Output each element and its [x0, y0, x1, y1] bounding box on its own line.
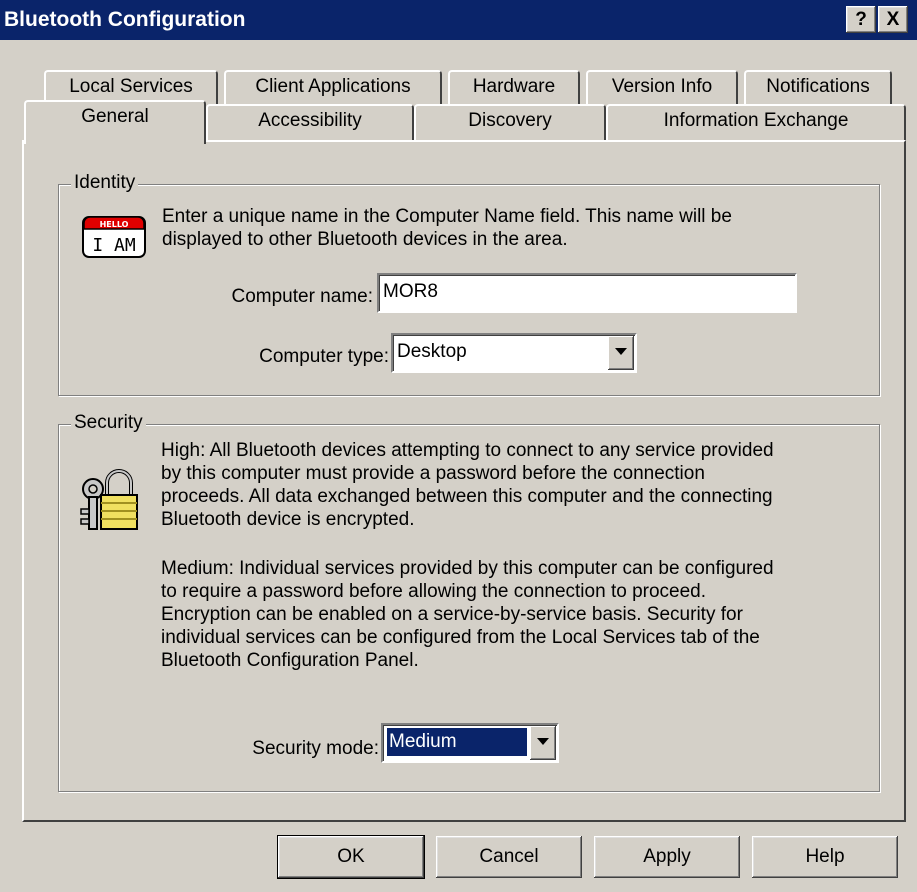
- identity-group: Identity HELLO I AM Enter a unique name …: [58, 172, 880, 396]
- chevron-down-icon[interactable]: [608, 336, 634, 370]
- security-high-line: proceeds. All data exchanged between thi…: [161, 486, 773, 507]
- security-medium-line: individual services can be configured fr…: [161, 627, 760, 648]
- tab-discovery[interactable]: Discovery: [414, 104, 606, 140]
- tab-hardware[interactable]: Hardware: [448, 70, 580, 104]
- identity-description-line: Enter a unique name in the Computer Name…: [162, 206, 732, 227]
- computer-name-label: Computer name:: [231, 286, 373, 307]
- security-high-description: High: All Bluetooth devices attempting t…: [161, 439, 871, 531]
- apply-button[interactable]: Apply: [594, 836, 740, 878]
- security-mode-label: Security mode:: [252, 738, 379, 759]
- security-medium-line: to require a password before allowing th…: [161, 581, 707, 602]
- computer-name-input[interactable]: MOR8: [377, 273, 797, 313]
- security-medium-line: Bluetooth Configuration Panel.: [161, 650, 419, 671]
- ok-button[interactable]: OK: [277, 835, 425, 879]
- svg-text:HELLO: HELLO: [100, 220, 129, 229]
- cancel-button[interactable]: Cancel: [436, 836, 582, 878]
- hello-i-am-icon: HELLO I AM: [81, 215, 147, 259]
- computer-type-select[interactable]: Desktop: [391, 333, 637, 373]
- security-high-line: by this computer must provide a password…: [161, 463, 705, 484]
- general-tab-panel: Identity HELLO I AM Enter a unique name …: [22, 140, 906, 822]
- tab-client-applications[interactable]: Client Applications: [224, 70, 442, 104]
- security-high-line: Bluetooth device is encrypted.: [161, 509, 415, 530]
- computer-type-label: Computer type:: [259, 346, 389, 367]
- security-medium-line: Encryption can be enabled on a service-b…: [161, 604, 743, 625]
- security-group-label: Security: [71, 412, 146, 434]
- tab-local-services[interactable]: Local Services: [44, 70, 218, 104]
- identity-description: Enter a unique name in the Computer Name…: [162, 205, 862, 251]
- question-mark-icon: ?: [855, 9, 867, 30]
- identity-group-label: Identity: [71, 172, 139, 194]
- help-title-button[interactable]: ?: [846, 6, 876, 33]
- tab-label: Notifications: [766, 76, 870, 97]
- tab-label: Version Info: [611, 76, 713, 97]
- tab-label: General: [81, 106, 149, 127]
- tab-label: Hardware: [472, 76, 556, 97]
- help-button[interactable]: Help: [752, 836, 898, 878]
- window-title: Bluetooth Configuration: [4, 8, 246, 31]
- security-medium-description: Medium: Individual services provided by …: [161, 557, 871, 672]
- security-medium-line: Medium: Individual services provided by …: [161, 558, 774, 579]
- keys-padlock-icon: [77, 465, 147, 535]
- tab-label: Accessibility: [258, 110, 362, 131]
- tab-label: Information Exchange: [663, 110, 849, 131]
- tab-general[interactable]: General: [24, 100, 206, 144]
- security-group: Security High: All Bluetooth devices att…: [58, 412, 880, 792]
- security-high-line: High: All Bluetooth devices attempting t…: [161, 440, 774, 461]
- security-mode-value: Medium: [386, 727, 528, 757]
- identity-description-line: displayed to other Bluetooth devices in …: [162, 229, 568, 250]
- title-bar: Bluetooth Configuration ? X: [0, 0, 917, 40]
- close-title-button[interactable]: X: [878, 6, 908, 33]
- svg-text:I AM: I AM: [92, 235, 136, 256]
- tab-accessibility[interactable]: Accessibility: [206, 104, 414, 140]
- close-icon: X: [886, 9, 900, 30]
- tab-information-exchange[interactable]: Information Exchange: [606, 104, 906, 140]
- computer-type-value: Desktop: [397, 341, 467, 362]
- chevron-down-icon[interactable]: [530, 726, 556, 760]
- tab-label: Local Services: [69, 76, 193, 97]
- tab-notifications[interactable]: Notifications: [744, 70, 892, 104]
- security-mode-select[interactable]: Medium: [381, 723, 559, 763]
- tab-version-info[interactable]: Version Info: [586, 70, 738, 104]
- tab-label: Discovery: [468, 110, 552, 131]
- tab-label: Client Applications: [255, 76, 411, 97]
